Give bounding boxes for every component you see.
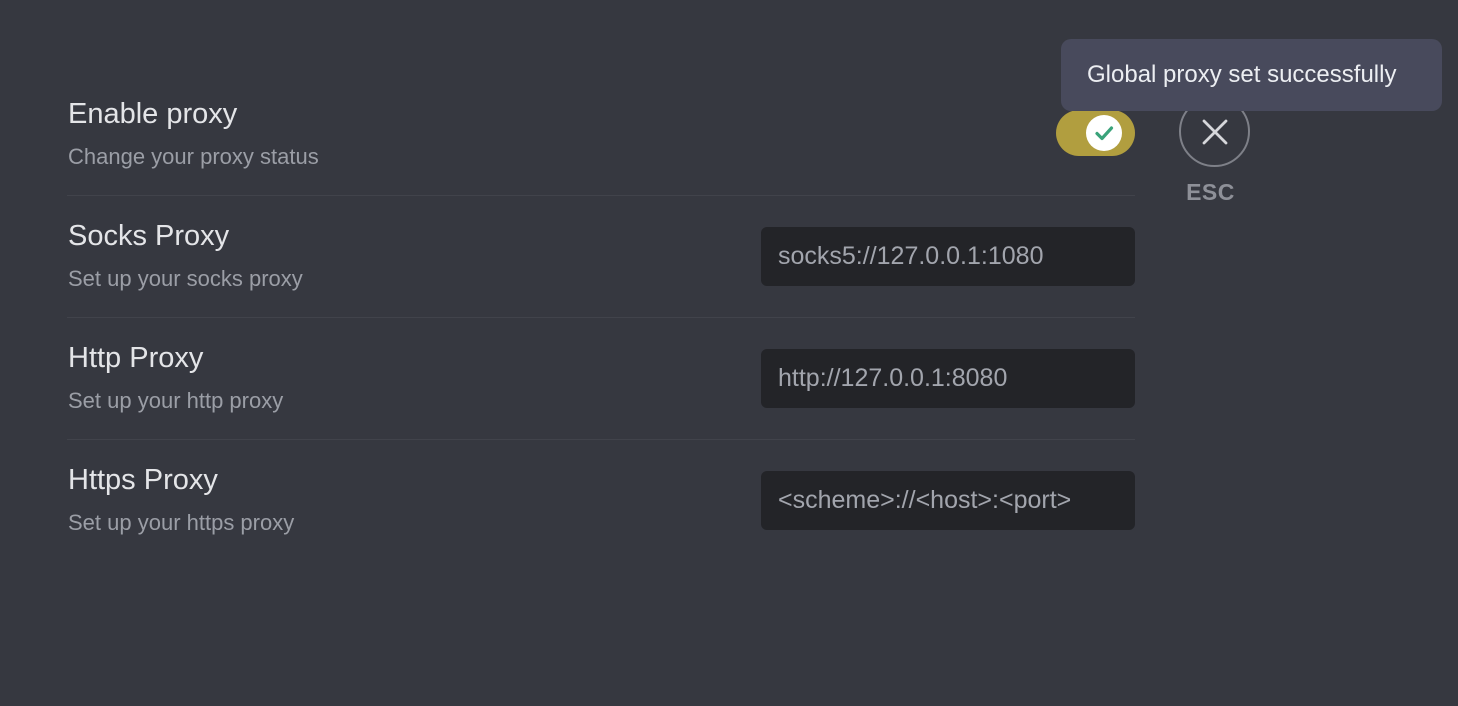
setting-description: Change your proxy status: [68, 144, 319, 169]
setting-title: Socks Proxy: [68, 220, 230, 252]
close-icon: [1202, 119, 1227, 144]
close-control: ESC: [1179, 96, 1250, 206]
proxy-settings-list: Enable proxy Change your proxy status So…: [67, 74, 1135, 562]
setting-description: Set up your https proxy: [68, 510, 295, 535]
setting-title: Enable proxy: [68, 98, 238, 130]
enable-proxy-toggle[interactable]: [1056, 110, 1135, 156]
setting-description: Set up your http proxy: [68, 388, 284, 413]
settings-page: Enable proxy Change your proxy status So…: [0, 0, 1458, 706]
setting-row-http-proxy: Http Proxy Set up your http proxy: [67, 318, 1135, 440]
checkmark-icon: [1095, 126, 1114, 141]
toggle-knob: [1086, 115, 1122, 151]
setting-title: Https Proxy: [68, 464, 218, 496]
setting-description: Set up your socks proxy: [68, 266, 303, 291]
setting-row-enable-proxy: Enable proxy Change your proxy status: [67, 74, 1135, 196]
setting-row-https-proxy: Https Proxy Set up your https proxy: [67, 440, 1135, 562]
esc-label: ESC: [1186, 179, 1235, 205]
setting-title: Http Proxy: [68, 342, 204, 374]
socks-proxy-input[interactable]: [761, 227, 1135, 286]
https-proxy-input[interactable]: [761, 471, 1135, 530]
http-proxy-input[interactable]: [761, 349, 1135, 408]
toast-notification: Global proxy set successfully: [1061, 39, 1442, 111]
toast-message: Global proxy set successfully: [1087, 61, 1397, 88]
setting-row-socks-proxy: Socks Proxy Set up your socks proxy: [67, 196, 1135, 318]
